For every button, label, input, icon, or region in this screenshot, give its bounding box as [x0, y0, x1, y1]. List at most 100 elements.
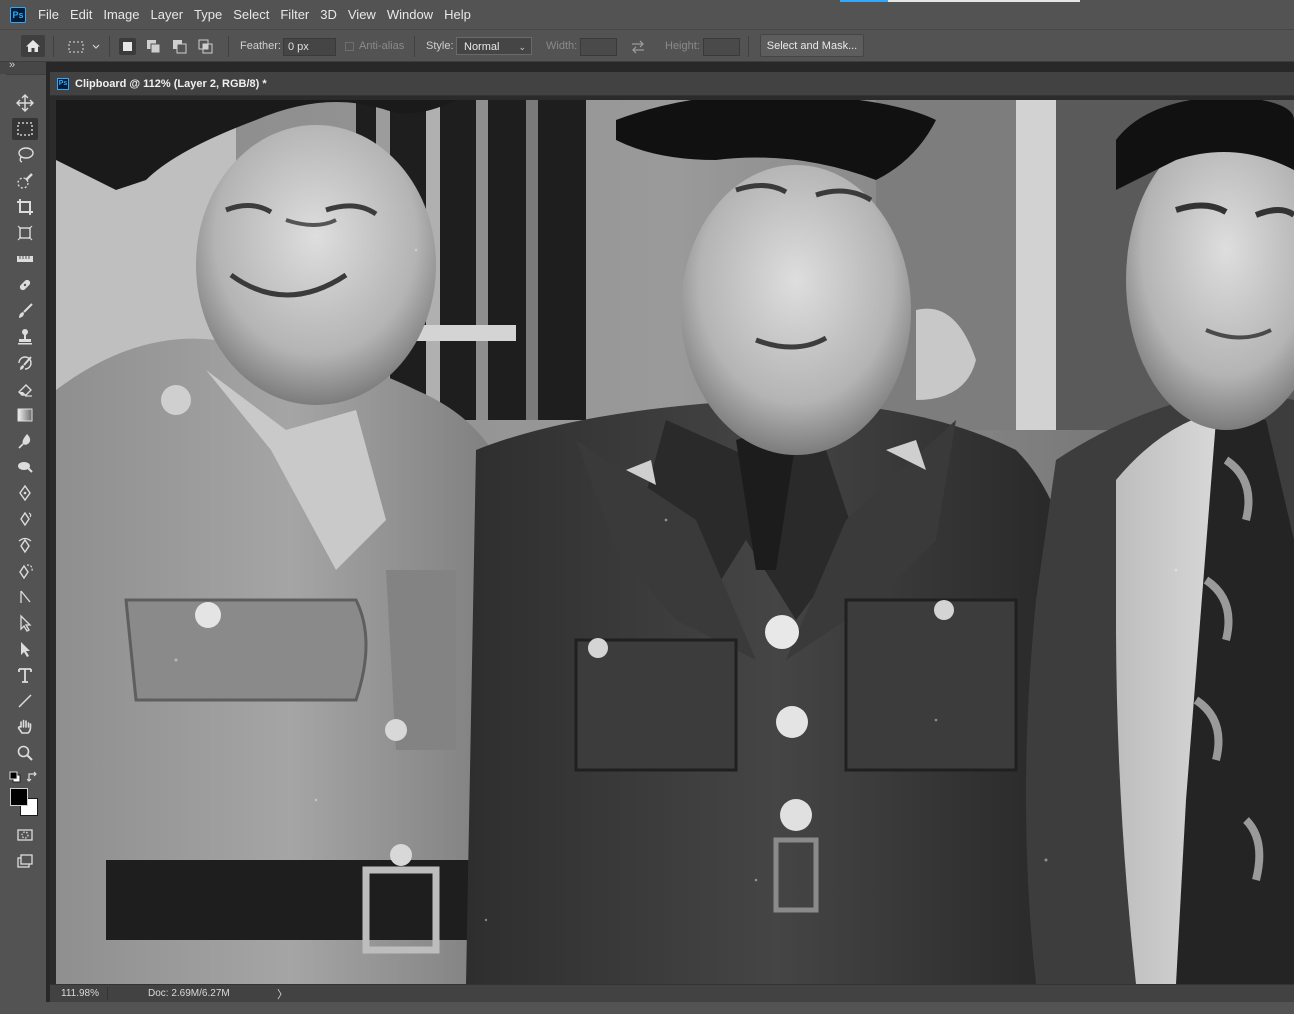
menu-filter[interactable]: Filter — [280, 7, 309, 22]
blur-tool[interactable] — [12, 430, 38, 452]
add-to-selection-button[interactable] — [145, 38, 162, 55]
gradient-tool[interactable] — [12, 404, 38, 426]
content-aware-tracing-tool[interactable] — [12, 560, 38, 582]
zoom-level[interactable]: 111.98% — [61, 988, 99, 999]
select-arrow-tool[interactable] — [12, 638, 38, 660]
curvature-pen-tool[interactable] — [12, 534, 38, 556]
line-icon — [18, 694, 32, 708]
screen-mode-button[interactable] — [12, 850, 38, 872]
default-colors-icon — [9, 771, 21, 783]
quick-selection-tool[interactable] — [12, 170, 38, 192]
swap-colors-icon — [26, 771, 37, 782]
hollow-arrow-icon — [20, 614, 32, 632]
ps-file-icon: Ps — [57, 77, 69, 90]
crop-tool[interactable] — [12, 196, 38, 218]
dodge-tool[interactable] — [12, 456, 38, 478]
tool-preset-picker[interactable] — [64, 37, 104, 57]
chevron-down-icon: ⌄ — [518, 42, 526, 52]
bottom-edge — [0, 1002, 1294, 1014]
menu-view[interactable]: View — [348, 7, 376, 22]
spot-healing-brush-tool[interactable] — [12, 274, 38, 296]
home-icon — [26, 40, 40, 52]
hand-icon — [17, 719, 32, 734]
document-tab[interactable]: Ps Clipboard @ 112% (Layer 2, RGB/8) * — [50, 72, 1294, 96]
menu-layer[interactable]: Layer — [151, 7, 184, 22]
clone-stamp-tool[interactable] — [12, 326, 38, 348]
antialias-checkbox[interactable] — [345, 42, 354, 51]
quick-mask-button[interactable] — [12, 824, 38, 846]
menu-type[interactable]: Type — [194, 7, 222, 22]
blur-drop-icon — [18, 434, 31, 449]
tracing-pen-icon — [19, 564, 33, 580]
lasso-tool[interactable] — [12, 144, 38, 166]
style-label: Style: — [426, 40, 454, 52]
default-colors-button[interactable] — [9, 771, 21, 783]
swap-colors-button[interactable] — [26, 771, 39, 783]
home-button[interactable] — [21, 35, 45, 57]
direct-selection-tool[interactable] — [12, 612, 38, 634]
menu-image[interactable]: Image — [103, 7, 139, 22]
height-label: Height: — [665, 40, 700, 52]
line-tool[interactable] — [12, 690, 38, 712]
brush-tool[interactable] — [12, 300, 38, 322]
intersect-selection-icon — [198, 39, 213, 54]
frame-icon — [17, 225, 33, 241]
photoshop-logo-icon[interactable]: Ps — [10, 6, 26, 23]
eraser-icon — [18, 384, 32, 397]
marquee-preset-icon — [68, 41, 100, 53]
move-icon — [16, 94, 34, 112]
collapse-panel-icon[interactable]: » — [9, 59, 15, 71]
history-brush-icon — [18, 356, 32, 370]
foreground-color-swatch[interactable] — [10, 788, 28, 806]
photo-image — [56, 100, 1294, 984]
intersect-selection-button[interactable] — [197, 38, 214, 55]
path-selection-tool[interactable] — [12, 586, 38, 608]
menu-select[interactable]: Select — [233, 7, 269, 22]
new-selection-button[interactable] — [119, 38, 136, 55]
frame-tool[interactable] — [12, 222, 38, 244]
document-size-info: Doc: 2.69M/6.27M — [148, 988, 230, 999]
menu-help[interactable]: Help — [444, 7, 471, 22]
magnifier-icon — [17, 745, 33, 761]
angle-arrow-icon — [20, 590, 31, 603]
add-selection-icon — [147, 40, 161, 54]
menu-3d[interactable]: 3D — [320, 7, 337, 22]
menu-window[interactable]: Window — [387, 7, 433, 22]
status-menu-arrow-icon[interactable]: 〉 — [277, 986, 288, 1002]
canvas[interactable] — [50, 96, 1294, 984]
type-t-icon — [18, 668, 32, 683]
width-label: Width: — [546, 40, 578, 52]
tools-panel-header[interactable]: » — [0, 59, 46, 74]
style-select[interactable]: Normal ⌄ — [456, 37, 532, 55]
type-tool[interactable] — [12, 664, 38, 686]
select-and-mask-button[interactable]: Select and Mask... — [760, 34, 864, 57]
height-input[interactable] — [703, 38, 740, 56]
feather-label: Feather: — [240, 40, 281, 52]
lasso-icon — [18, 147, 34, 163]
menu-edit[interactable]: Edit — [70, 7, 92, 22]
window-accent-strip — [840, 0, 888, 2]
subtract-from-selection-button[interactable] — [171, 38, 188, 55]
marquee-icon — [17, 122, 33, 136]
brush-icon — [19, 303, 33, 318]
move-tool[interactable] — [12, 92, 38, 114]
eraser-tool[interactable] — [12, 378, 38, 400]
pen-tool[interactable] — [12, 482, 38, 504]
window-accent-strip-light — [888, 0, 1080, 2]
curvature-pen-icon — [18, 537, 32, 554]
swap-dimensions-button[interactable] — [628, 38, 648, 55]
width-input[interactable] — [580, 38, 617, 56]
history-brush-tool[interactable] — [12, 352, 38, 374]
zoom-tool[interactable] — [12, 742, 38, 764]
feather-input[interactable]: 0 px — [283, 38, 336, 56]
ruler-tool[interactable] — [12, 248, 38, 270]
rectangular-marquee-tool[interactable] — [12, 118, 38, 140]
quick-selection-icon — [17, 173, 33, 189]
freeform-pen-tool[interactable] — [12, 508, 38, 530]
hand-tool[interactable] — [12, 716, 38, 738]
pen-nib-icon — [19, 484, 31, 502]
menu-file[interactable]: File — [38, 7, 59, 22]
document-tab-title: Clipboard @ 112% (Layer 2, RGB/8) * — [75, 77, 267, 90]
stamp-icon — [18, 329, 32, 345]
quick-mask-icon — [17, 829, 33, 841]
